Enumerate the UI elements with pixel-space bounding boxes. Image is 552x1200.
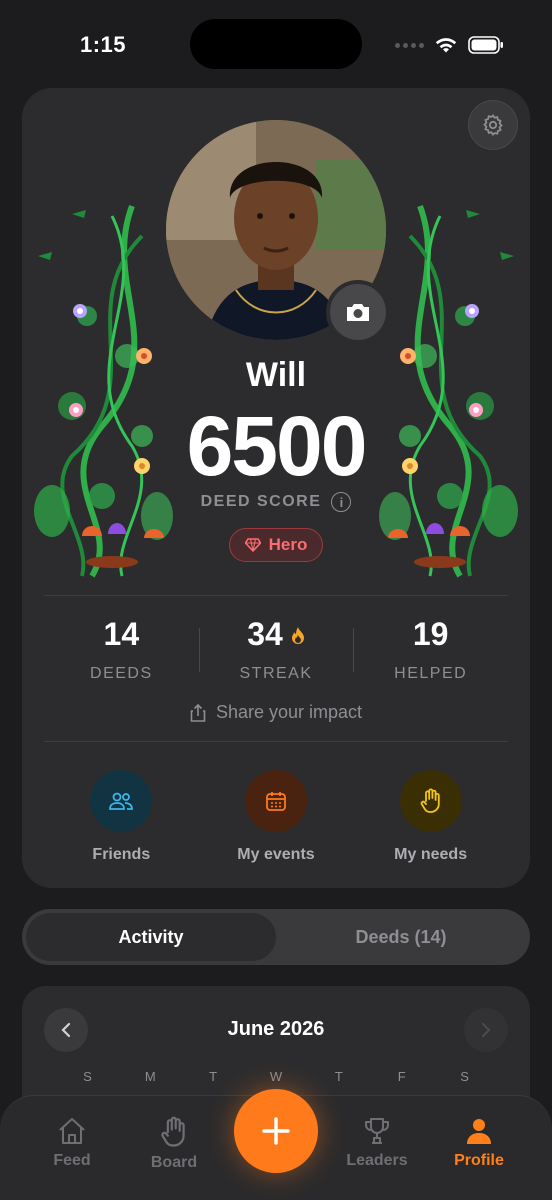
activity-deeds-segmented-control: Activity Deeds (14) [22,909,530,965]
weekday-label: M [144,1069,156,1084]
tab-profile-label: Profile [454,1152,504,1169]
chevron-right-icon [481,1022,491,1038]
flame-icon [291,626,304,644]
status-bar: 1:15 [0,0,552,90]
camera-icon [347,304,369,321]
hand-icon [161,1116,185,1147]
stats-row: 14 DEEDS 34 STREAK 19 HELPED [44,616,508,688]
stat-helped-value: 19 [412,616,449,652]
settings-button[interactable] [468,100,518,150]
tab-board[interactable]: Board [124,1116,224,1172]
quick-actions: Friends My events My needs [44,770,508,864]
my-needs-label: My needs [394,846,468,863]
tab-deeds[interactable]: Deeds (14) [276,913,526,961]
weekday-label: F [397,1069,406,1084]
avatar-container [166,120,390,344]
stat-streak[interactable]: 34 STREAK [198,616,354,688]
tab-board-label: Board [150,1154,198,1171]
weekday-label: S [460,1069,469,1084]
user-name: Will [245,356,307,394]
stat-streak-value: 34 [247,616,283,652]
tab-profile[interactable]: Profile [429,1116,529,1170]
weekday-label: T [209,1069,218,1084]
stat-deeds-value: 14 [103,616,140,652]
stat-value: 14 [44,616,199,653]
dynamic-island [190,19,362,69]
my-needs-button[interactable]: My needs [356,770,506,864]
people-icon [109,792,134,810]
tab-leaders-label: Leaders [346,1152,408,1169]
signal-icon [395,42,424,48]
info-icon[interactable]: i [331,492,352,512]
calendar-month-title: June 2026 [227,1018,325,1040]
status-time: 1:15 [80,32,127,57]
stat-helped-label: HELPED [394,665,468,682]
my-events-label: My events [237,846,315,863]
stat-value: 19 [353,616,508,653]
deed-score-value: 6500 [186,399,368,493]
plus-icon [262,1117,290,1145]
gear-icon [483,114,503,136]
my-needs-icon-circle [399,770,462,832]
my-events-icon-circle [244,770,307,832]
stat-deeds-label: DEEDS [90,665,153,682]
tab-leaders[interactable]: Leaders [327,1116,427,1170]
person-icon [467,1119,491,1144]
weekday-label: T [334,1069,343,1084]
stat-helped[interactable]: 19 HELPED [353,616,508,688]
status-icons [395,36,504,54]
friends-label: Friends [92,846,151,863]
deed-score-label-row: DEED SCORE i [22,492,530,512]
tab-activity[interactable]: Activity [26,913,276,961]
stat-deeds[interactable]: 14 DEEDS [44,616,199,688]
stat-value: 34 [199,616,354,653]
my-events-button[interactable]: My events [201,770,351,864]
divider [44,741,508,742]
profile-card: Will 6500 DEED SCORE i Hero 14 DEEDS 34 … [22,88,530,888]
rank-badge[interactable]: Hero [229,528,323,562]
change-photo-button[interactable] [326,280,390,344]
weekday-label: S [83,1069,92,1084]
share-impact-button[interactable]: Share your impact [22,702,530,723]
share-impact-label: Share your impact [215,702,363,722]
trophy-icon [365,1118,389,1144]
calendar-icon [266,792,286,811]
tab-feed-label: Feed [53,1152,91,1169]
rank-badge-label: Hero [268,535,308,554]
weekday-header: S M T W T F S [44,1069,508,1084]
gem-icon [244,538,261,552]
weekday-label: W [269,1069,283,1084]
wifi-icon [435,38,457,53]
hand-icon [420,788,440,813]
divider [44,595,508,596]
stat-streak-label: STREAK [239,665,313,682]
friends-button[interactable]: Friends [46,770,196,864]
deed-score-label: DEED SCORE [200,493,322,510]
home-icon [59,1118,85,1144]
battery-icon [468,36,503,54]
share-icon [190,703,206,722]
tab-feed[interactable]: Feed [22,1116,122,1170]
next-month-button[interactable] [464,1008,508,1052]
friends-icon-circle [90,770,153,832]
create-deed-button[interactable] [234,1089,318,1173]
